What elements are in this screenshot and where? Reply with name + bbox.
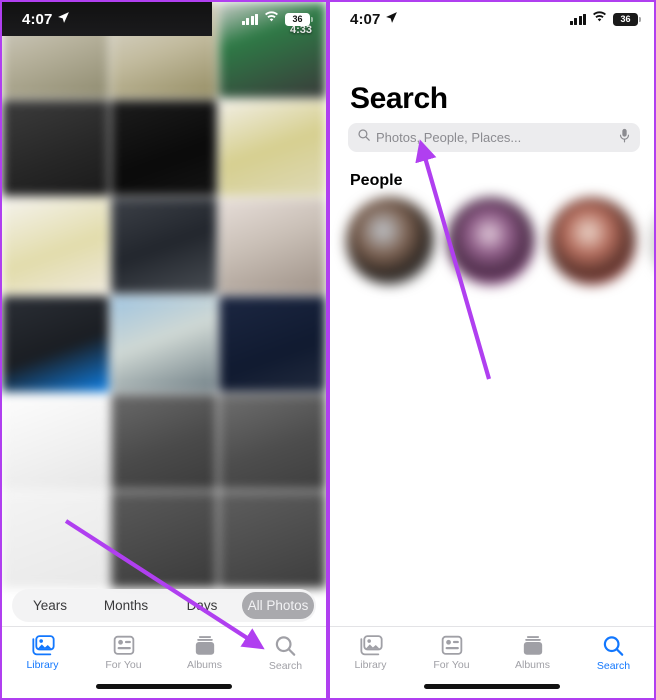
search-icon	[602, 635, 625, 657]
search-icon	[357, 128, 371, 147]
photo-bottom-c[interactable]	[219, 492, 326, 588]
photo-dark-screen-2[interactable]	[110, 100, 218, 196]
avatar-person-1[interactable]	[346, 197, 434, 285]
battery-level: 36	[620, 13, 631, 24]
avatar-person-3[interactable]	[548, 197, 636, 285]
wifi-icon	[592, 10, 607, 28]
for-you-icon	[113, 635, 135, 656]
status-indicators: 36	[569, 10, 641, 28]
tab-library[interactable]: Library	[2, 635, 83, 671]
avatar-person-4[interactable]	[649, 197, 654, 285]
home-indicator-right	[424, 684, 560, 689]
photo-document-1[interactable]	[2, 198, 109, 294]
photo-yellow-note[interactable]	[219, 100, 326, 196]
segmented-control-timeline[interactable]: Years Months Days All Photos	[12, 589, 316, 622]
tab-albums[interactable]: Albums	[164, 635, 245, 671]
microphone-icon[interactable]	[618, 128, 631, 148]
segment-all-photos[interactable]: All Photos	[242, 592, 314, 619]
status-bar-right: 4:07 36	[330, 2, 654, 36]
search-input-placeholder[interactable]: Photos, People, Places...	[376, 130, 618, 145]
phone-panel-library: 4:33 4:07 36 Years Months Days All Photo…	[0, 0, 328, 700]
photo-gray-room-1[interactable]	[110, 394, 218, 490]
tab-library[interactable]: Library	[330, 635, 411, 671]
segment-years[interactable]: Years	[14, 592, 86, 619]
cellular-signal-icon	[569, 13, 586, 25]
photo-bottom-b[interactable]	[110, 492, 218, 588]
tab-albums[interactable]: Albums	[492, 635, 573, 671]
people-avatar-row[interactable]	[346, 197, 654, 285]
page-title: Search	[350, 82, 448, 115]
tab-label: Library	[26, 659, 59, 671]
tab-label: For You	[433, 659, 470, 671]
home-indicator-left	[96, 684, 232, 689]
tab-label: Albums	[186, 659, 222, 671]
photo-city-dark[interactable]	[110, 198, 218, 294]
photo-night-scene[interactable]	[110, 296, 218, 392]
status-time: 4:07	[22, 10, 53, 28]
section-heading-people: People	[350, 172, 403, 189]
tab-for-you[interactable]: For You	[83, 635, 164, 671]
albums-icon	[522, 635, 544, 656]
battery-icon: 36	[613, 12, 641, 26]
photo-navy-dark[interactable]	[219, 296, 326, 392]
tab-for-you[interactable]: For You	[411, 635, 492, 671]
battery-icon: 36	[285, 12, 313, 26]
tab-label: Library	[354, 659, 387, 671]
photo-dark-blue-1[interactable]	[2, 296, 109, 392]
photo-gray-room-2[interactable]	[219, 394, 326, 490]
phone-panel-search: 4:07 36 Search Photos, People, Places...…	[328, 0, 656, 700]
screenshot-stage: 4:33 4:07 36 Years Months Days All Photo…	[0, 0, 656, 700]
avatar-person-2[interactable]	[447, 197, 535, 285]
status-bar-left: 4:07 36	[2, 2, 326, 36]
tab-label: For You	[105, 659, 142, 671]
battery-level: 36	[292, 13, 303, 24]
library-icon	[30, 635, 55, 656]
tab-label: Search	[268, 660, 303, 672]
segment-days[interactable]: Days	[166, 592, 238, 619]
photo-bottom-a[interactable]	[2, 492, 109, 588]
segment-months[interactable]: Months	[90, 592, 162, 619]
tab-search[interactable]: Search	[573, 635, 654, 672]
photo-person-white[interactable]	[219, 198, 326, 294]
status-time: 4:07	[350, 10, 381, 28]
search-icon	[274, 635, 297, 657]
for-you-icon	[441, 635, 463, 656]
status-time-group: 4:07	[350, 11, 398, 28]
library-icon	[358, 635, 383, 656]
albums-icon	[194, 635, 216, 656]
wifi-icon	[264, 10, 279, 28]
tab-label: Search	[596, 660, 631, 672]
location-arrow-icon	[385, 11, 398, 28]
search-field[interactable]: Photos, People, Places...	[348, 123, 640, 152]
tab-search[interactable]: Search	[245, 635, 326, 672]
status-time-group: 4:07	[22, 11, 70, 28]
photo-white-doc[interactable]	[2, 394, 109, 490]
tab-label: Albums	[514, 659, 550, 671]
photo-dark-screen-1[interactable]	[2, 100, 109, 196]
status-indicators: 36	[241, 10, 313, 28]
location-arrow-icon	[57, 11, 70, 28]
cellular-signal-icon	[241, 13, 258, 25]
